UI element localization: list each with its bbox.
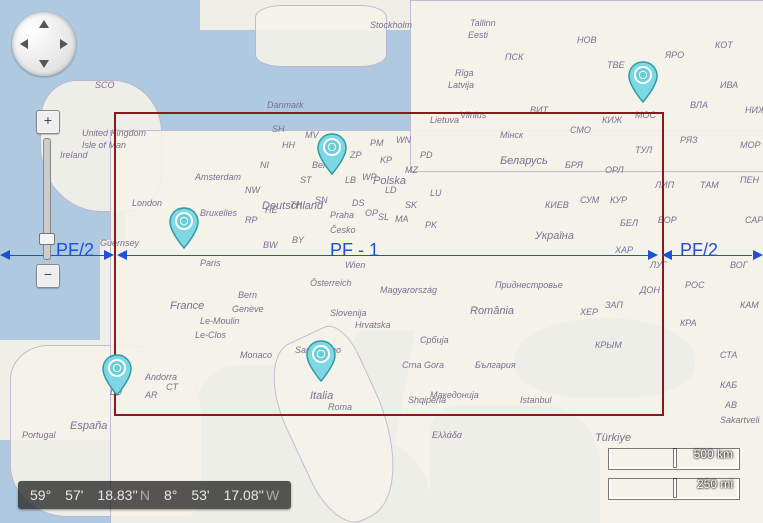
lat-hemi: N xyxy=(140,487,150,503)
arrow-seg-mid xyxy=(127,255,648,256)
map-marker[interactable] xyxy=(100,353,134,397)
land-scandinavia-tip xyxy=(255,5,387,67)
coordinate-readout: 59° 57' 18.83''N 8° 53' 17.08''W xyxy=(18,481,291,509)
lat-min: 57' xyxy=(65,487,83,503)
lat-sec: 18.83''N xyxy=(97,487,150,503)
red-bounding-box xyxy=(114,112,664,416)
pan-down-button[interactable] xyxy=(39,60,49,68)
scale-bar-km: 500 km xyxy=(609,449,739,469)
zoom-slider-track[interactable] xyxy=(43,138,51,260)
map-canvas[interactable]: IrelandSCOUnited KingdomIsle of ManLondo… xyxy=(0,0,763,523)
map-marker[interactable] xyxy=(626,60,660,104)
arrow-seg-right xyxy=(672,255,752,256)
scale-mi-label: 250 mi xyxy=(697,477,733,491)
scale-bar-mi: 250 mi xyxy=(609,479,739,499)
zoom-slider-handle[interactable] xyxy=(39,233,55,245)
lon-deg: 8° xyxy=(164,487,177,503)
pan-compass xyxy=(12,12,76,76)
lon-sec-val: 17.08'' xyxy=(224,487,264,503)
zoom-in-button[interactable]: + xyxy=(36,110,60,134)
arrow-seg-mid-head-r xyxy=(648,250,658,260)
map-marker[interactable] xyxy=(304,339,338,383)
zoom-control: + − xyxy=(36,110,58,288)
pan-left-button[interactable] xyxy=(20,39,28,49)
arrow-head-left xyxy=(0,250,10,260)
arrow-seg-right-head-l xyxy=(662,250,672,260)
map-marker[interactable] xyxy=(167,206,201,250)
lon-min: 53' xyxy=(191,487,209,503)
zoom-out-button[interactable]: − xyxy=(36,264,60,288)
scale-km-label: 500 km xyxy=(694,447,733,461)
map-marker[interactable] xyxy=(315,132,349,176)
arrow-seg-mid-head-l xyxy=(117,250,127,260)
lat-deg: 59° xyxy=(30,487,51,503)
arrow-seg-left-head-r xyxy=(104,250,114,260)
arrow-head-right xyxy=(753,250,763,260)
lon-sec: 17.08''W xyxy=(224,487,280,503)
pan-right-button[interactable] xyxy=(60,39,68,49)
pan-up-button[interactable] xyxy=(39,20,49,28)
lon-hemi: W xyxy=(266,487,279,503)
lat-sec-val: 18.83'' xyxy=(97,487,137,503)
